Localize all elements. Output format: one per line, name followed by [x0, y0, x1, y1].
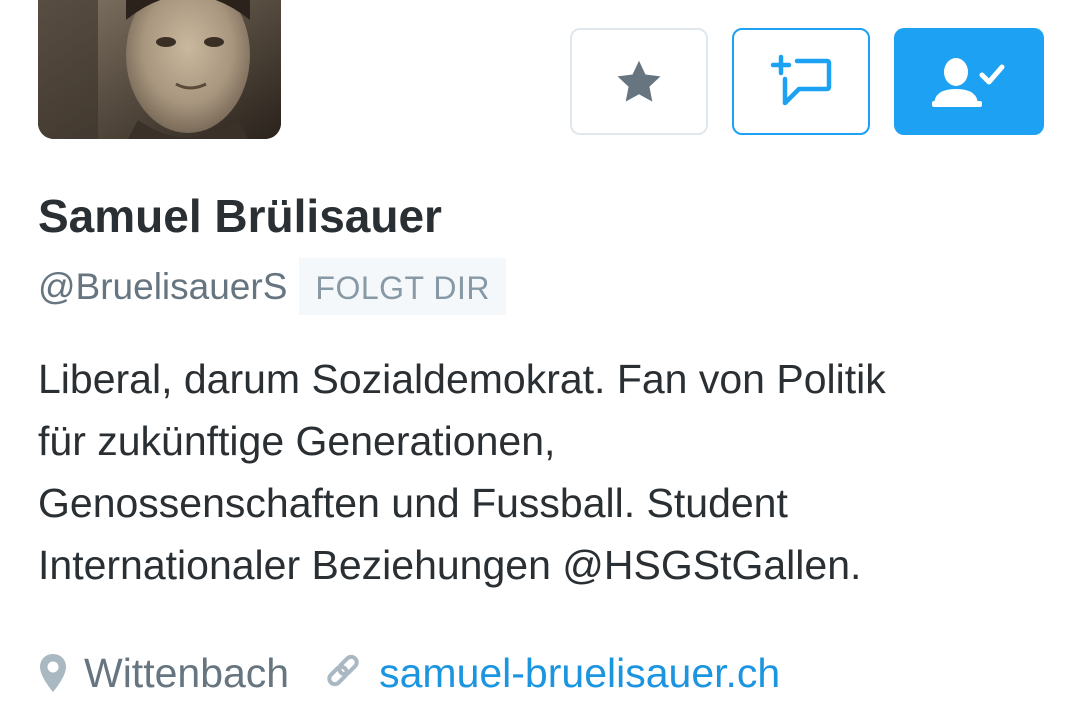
- avatar-photo: [38, 0, 281, 139]
- favorite-button[interactable]: [570, 28, 708, 135]
- direct-message-button[interactable]: [732, 28, 870, 135]
- location-pin-icon: [38, 652, 68, 694]
- follows-you-badge: FOLGT DIR: [299, 258, 506, 315]
- profile-avatar[interactable]: [38, 0, 281, 139]
- star-icon: [617, 60, 661, 102]
- bio-line: Internationaler Beziehungen @HSGStGallen…: [38, 542, 862, 588]
- handle-row: @BruelisauerS FOLGT DIR: [38, 258, 506, 315]
- new-message-icon: [770, 54, 832, 105]
- link-icon: [323, 653, 363, 693]
- bio-line: Liberal, darum Sozialdemokrat. Fan von P…: [38, 356, 886, 402]
- profile-meta: Wittenbach samuel-bruelisauer.ch: [38, 644, 780, 702]
- profile-bio: Liberal, darum Sozialdemokrat. Fan von P…: [38, 348, 1048, 596]
- profile-location: Wittenbach: [84, 650, 290, 696]
- profile-handle: @BruelisauerS: [38, 266, 288, 307]
- profile-name: Samuel Brülisauer: [38, 190, 442, 242]
- bio-line: für zukünftige Generationen,: [38, 418, 556, 464]
- bio-line: Genossenschaften und Fussball. Student: [38, 480, 788, 526]
- following-button[interactable]: [894, 28, 1044, 135]
- profile-website-link[interactable]: samuel-bruelisauer.ch: [379, 644, 780, 702]
- user-following-check-icon: [932, 57, 1005, 107]
